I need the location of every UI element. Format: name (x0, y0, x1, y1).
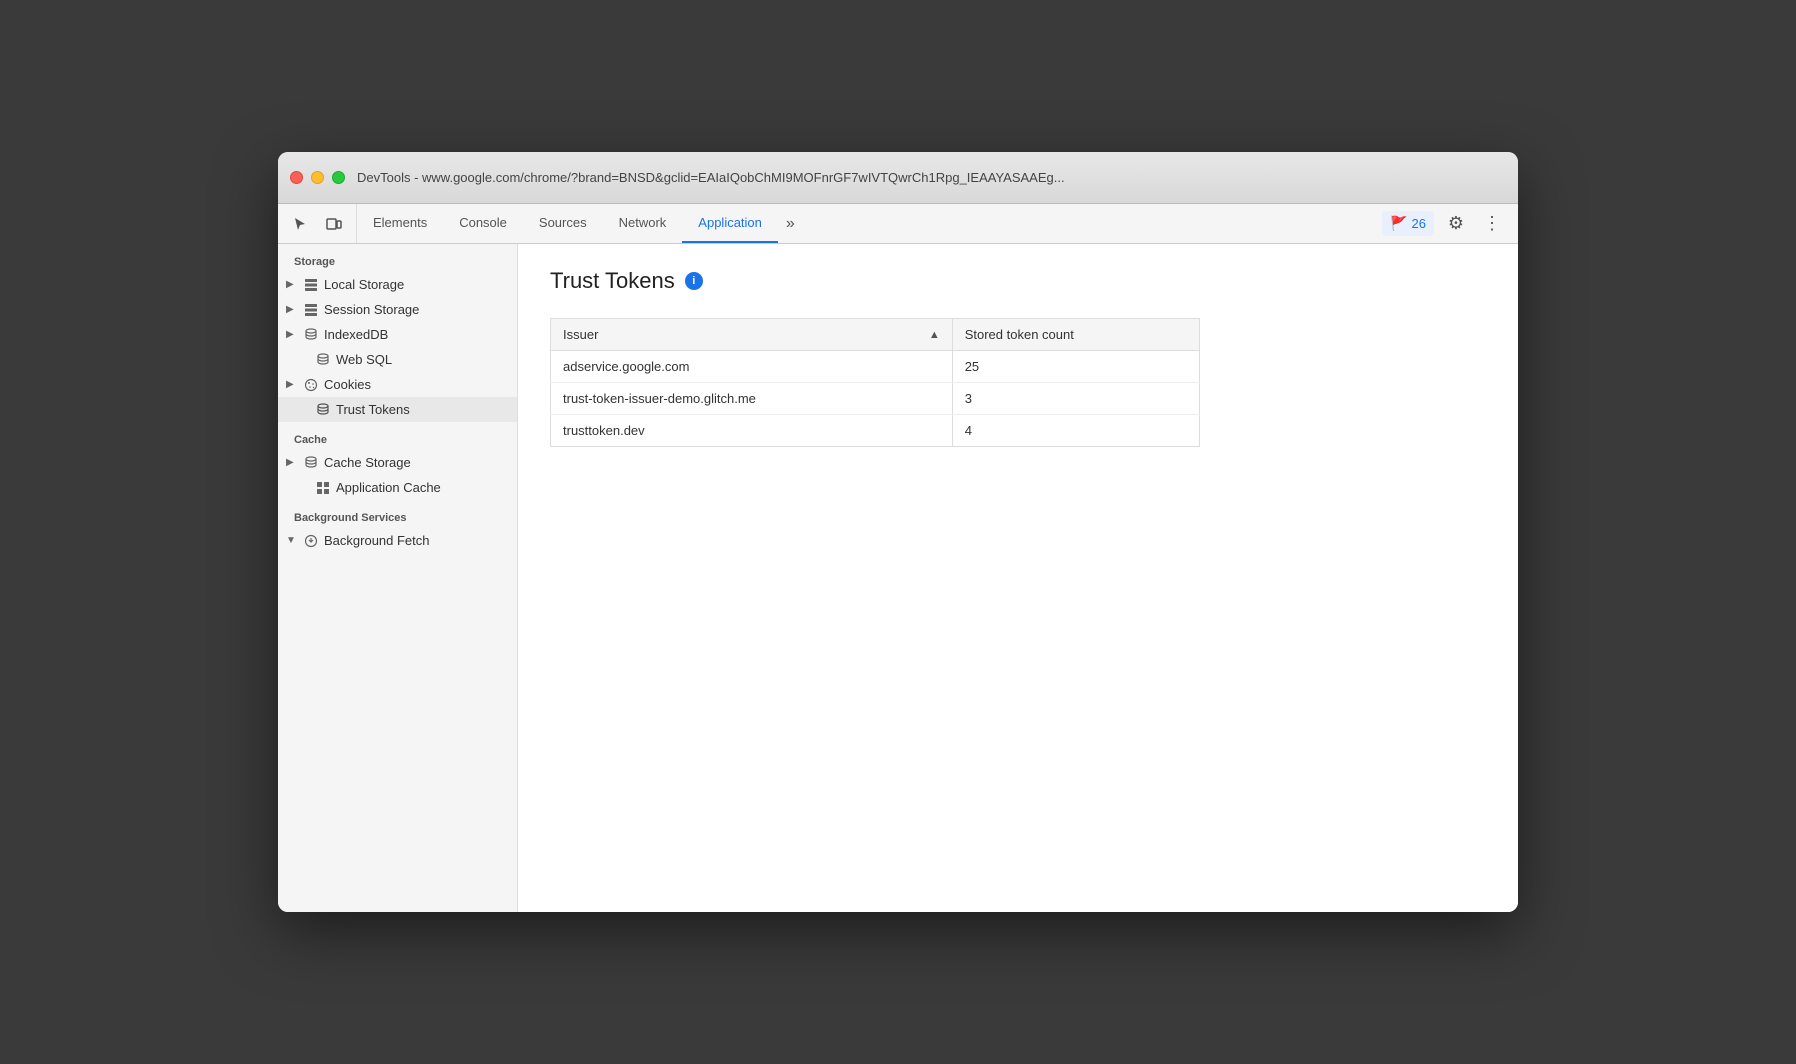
trust-tokens-table: Issuer ▲ Stored token count adservice.go… (550, 318, 1200, 447)
titlebar: DevTools - www.google.com/chrome/?brand=… (278, 152, 1518, 204)
issuer-cell: trust-token-issuer-demo.glitch.me (551, 383, 953, 415)
application-cache-icon (316, 481, 330, 495)
cookies-label: Cookies (324, 377, 509, 392)
sidebar-item-websql[interactable]: ▶ Web SQL (278, 347, 517, 372)
table-row[interactable]: trust-token-issuer-demo.glitch.me 3 (551, 383, 1200, 415)
chevron-right-icon: ▶ (286, 329, 298, 340)
local-storage-icon (304, 278, 318, 292)
cursor-icon[interactable] (286, 210, 314, 238)
close-button[interactable] (290, 171, 303, 184)
cache-section-header: Cache (278, 422, 517, 450)
count-cell: 4 (952, 415, 1199, 447)
more-options-button[interactable]: ⋮ (1478, 210, 1506, 238)
websql-label: Web SQL (336, 352, 509, 367)
device-toolbar-icon[interactable] (320, 210, 348, 238)
more-tabs-button[interactable]: » (778, 204, 803, 243)
session-storage-label: Session Storage (324, 302, 509, 317)
application-cache-label: Application Cache (336, 480, 509, 495)
indexeddb-icon (304, 328, 318, 342)
storage-section-header: Storage (278, 244, 517, 272)
toolbar-icon-group (278, 204, 357, 243)
settings-button[interactable]: ⚙ (1442, 210, 1470, 238)
sidebar-item-trust-tokens[interactable]: ▶ Trust Tokens (278, 397, 517, 422)
local-storage-label: Local Storage (324, 277, 509, 292)
col-header-token-count[interactable]: Stored token count (952, 319, 1199, 351)
info-icon[interactable]: i (685, 272, 703, 290)
websql-icon (316, 353, 330, 367)
tab-console[interactable]: Console (443, 204, 523, 243)
sidebar-item-local-storage[interactable]: ▶ Local Storage (278, 272, 517, 297)
count-cell: 25 (952, 351, 1199, 383)
table-row[interactable]: trusttoken.dev 4 (551, 415, 1200, 447)
issuer-cell: adservice.google.com (551, 351, 953, 383)
col-header-issuer[interactable]: Issuer ▲ (551, 319, 953, 351)
panel-title: Trust Tokens (550, 268, 675, 294)
issues-badge-button[interactable]: 🚩 26 (1382, 211, 1434, 236)
indexeddb-label: IndexedDB (324, 327, 509, 342)
toolbar-right: 🚩 26 ⚙ ⋮ (1370, 204, 1518, 243)
cache-storage-icon (304, 456, 318, 470)
background-fetch-icon (304, 534, 318, 548)
count-cell: 3 (952, 383, 1199, 415)
chevron-down-icon: ▼ (286, 535, 298, 546)
trust-tokens-table-body: adservice.google.com 25 trust-token-issu… (551, 351, 1200, 447)
tabs-container: Elements Console Sources Network Applica… (357, 204, 1370, 243)
main-panel: Trust Tokens i Issuer ▲ Stored token cou… (518, 244, 1518, 912)
table-header-row: Issuer ▲ Stored token count (551, 319, 1200, 351)
trust-tokens-label: Trust Tokens (336, 402, 509, 417)
chevron-right-icon: ▶ (286, 457, 298, 468)
sidebar: Storage ▶ Local Storage ▶ Session Storag… (278, 244, 518, 912)
sidebar-item-cookies[interactable]: ▶ Cookies (278, 372, 517, 397)
chevron-right-icon: ▶ (286, 304, 298, 315)
sort-arrow-icon: ▲ (929, 329, 940, 341)
issuer-cell: trusttoken.dev (551, 415, 953, 447)
background-fetch-label: Background Fetch (324, 533, 509, 548)
tab-network[interactable]: Network (603, 204, 683, 243)
tab-sources[interactable]: Sources (523, 204, 603, 243)
background-section-header: Background Services (278, 500, 517, 528)
tab-application[interactable]: Application (682, 204, 778, 243)
devtools-toolbar: Elements Console Sources Network Applica… (278, 204, 1518, 244)
sidebar-item-cache-storage[interactable]: ▶ Cache Storage (278, 450, 517, 475)
cache-storage-label: Cache Storage (324, 455, 509, 470)
maximize-button[interactable] (332, 171, 345, 184)
flag-icon: 🚩 (1390, 215, 1407, 232)
chevron-right-icon: ▶ (286, 279, 298, 290)
trust-tokens-icon (316, 403, 330, 417)
tab-elements[interactable]: Elements (357, 204, 443, 243)
session-storage-icon (304, 303, 318, 317)
window-title: DevTools - www.google.com/chrome/?brand=… (357, 170, 1506, 185)
sidebar-item-indexeddb[interactable]: ▶ IndexedDB (278, 322, 517, 347)
traffic-lights (290, 171, 345, 184)
table-row[interactable]: adservice.google.com 25 (551, 351, 1200, 383)
sidebar-item-session-storage[interactable]: ▶ Session Storage (278, 297, 517, 322)
devtools-window: DevTools - www.google.com/chrome/?brand=… (278, 152, 1518, 912)
sidebar-item-background-fetch[interactable]: ▼ Background Fetch (278, 528, 517, 553)
devtools-body: Storage ▶ Local Storage ▶ Session Storag… (278, 244, 1518, 912)
minimize-button[interactable] (311, 171, 324, 184)
sidebar-item-application-cache[interactable]: ▶ Application Cache (278, 475, 517, 500)
chevron-right-icon: ▶ (286, 379, 298, 390)
panel-title-container: Trust Tokens i (550, 268, 1486, 294)
cookies-icon (304, 378, 318, 392)
